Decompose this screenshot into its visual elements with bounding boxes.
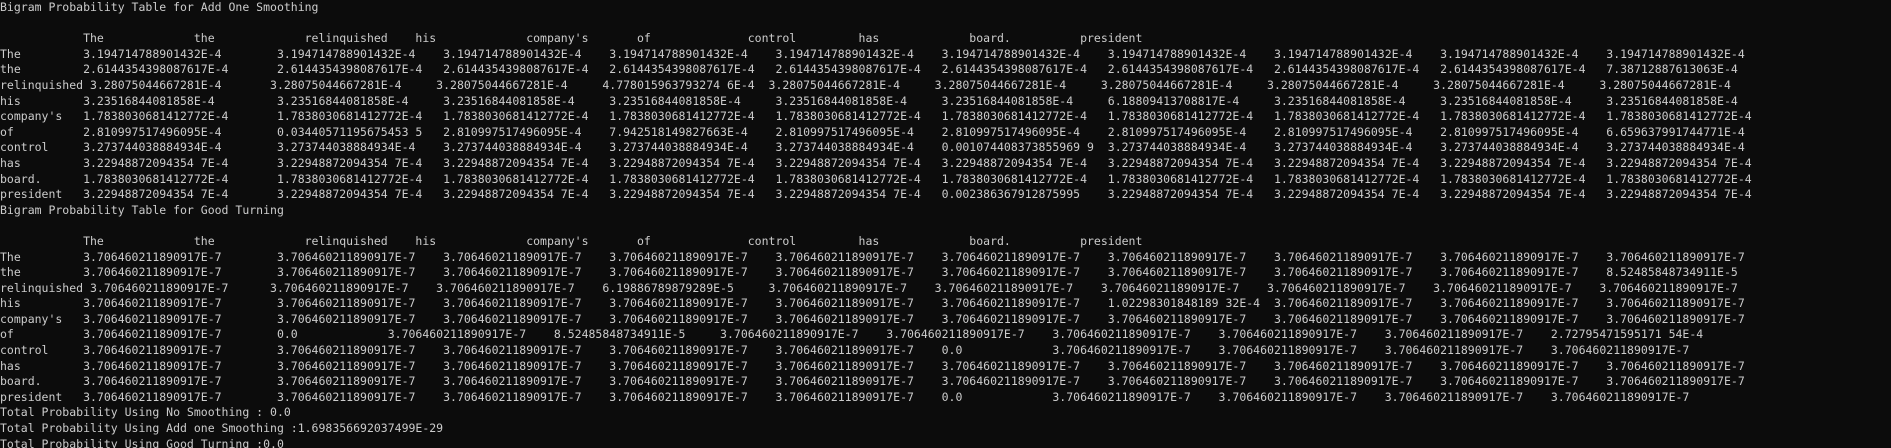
good-turing-row-relinquished: relinquished 3.706460211890917E-7 3.7064… xyxy=(0,280,1738,295)
total-good-turing: Total Probability Using Good Turning :0.… xyxy=(0,436,284,448)
good-turing-row-the: the 3.706460211890917E-7 3.7064602118909… xyxy=(0,265,1738,280)
blank-line xyxy=(0,16,1891,32)
console-window[interactable]: Bigram Probability Table for Add One Smo… xyxy=(0,0,1891,448)
add-one-row-his: his 3.23516844081858E-4 3.23516844081858… xyxy=(0,93,1738,108)
add-one-row-relinquished: relinquished 3.28075044667281E-4 3.28075… xyxy=(0,77,1731,92)
good-turing-row-board: board. 3.706460211890917E-7 3.7064602118… xyxy=(0,374,1745,389)
add-one-header-row: The the relinquished his company's of co… xyxy=(0,31,1143,46)
good-turing-table-title: Bigram Probability Table for Good Turnin… xyxy=(0,202,284,217)
add-one-table-title: Bigram Probability Table for Add One Smo… xyxy=(0,0,319,14)
add-one-row-the: the 2.6144354398087617E-4 2.614435439808… xyxy=(0,62,1738,77)
good-turing-row-president: president 3.706460211890917E-7 3.7064602… xyxy=(0,389,1690,404)
good-turing-header-row: The the relinquished his company's of co… xyxy=(0,233,1143,248)
total-no-smoothing: Total Probability Using No Smoothing : 0… xyxy=(0,405,291,420)
good-turing-row-has: has 3.706460211890917E-7 3.7064602118909… xyxy=(0,358,1745,373)
good-turing-row-of: of 3.706460211890917E-7 0.0 3.7064602118… xyxy=(0,327,1704,342)
add-one-row-The: The 3.194714788901432E-4 3.1947147889014… xyxy=(0,46,1745,61)
good-turing-row-control: control 3.706460211890917E-7 3.706460211… xyxy=(0,343,1690,358)
good-turing-row-The: The 3.706460211890917E-7 3.7064602118909… xyxy=(0,249,1745,264)
add-one-row-president: president 3.22948872094354 7E-4 3.229488… xyxy=(0,187,1752,202)
add-one-row-companys: company's 1.7838030681412772E-4 1.783803… xyxy=(0,109,1752,124)
blank-line xyxy=(0,218,1891,234)
good-turing-row-companys: company's 3.706460211890917E-7 3.7064602… xyxy=(0,311,1745,326)
add-one-row-control: control 3.273744038884934E-4 3.273744038… xyxy=(0,140,1745,155)
add-one-row-board: board. 1.7838030681412772E-4 1.783803068… xyxy=(0,171,1752,186)
add-one-row-of: of 2.810997517496095E-4 0.03440571195675… xyxy=(0,124,1745,139)
total-add-one-smoothing: Total Probability Using Add one Smoothin… xyxy=(0,421,444,436)
add-one-row-has: has 3.22948872094354 7E-4 3.229488720943… xyxy=(0,155,1752,170)
good-turing-row-his: his 3.706460211890917E-7 3.7064602118909… xyxy=(0,296,1745,311)
